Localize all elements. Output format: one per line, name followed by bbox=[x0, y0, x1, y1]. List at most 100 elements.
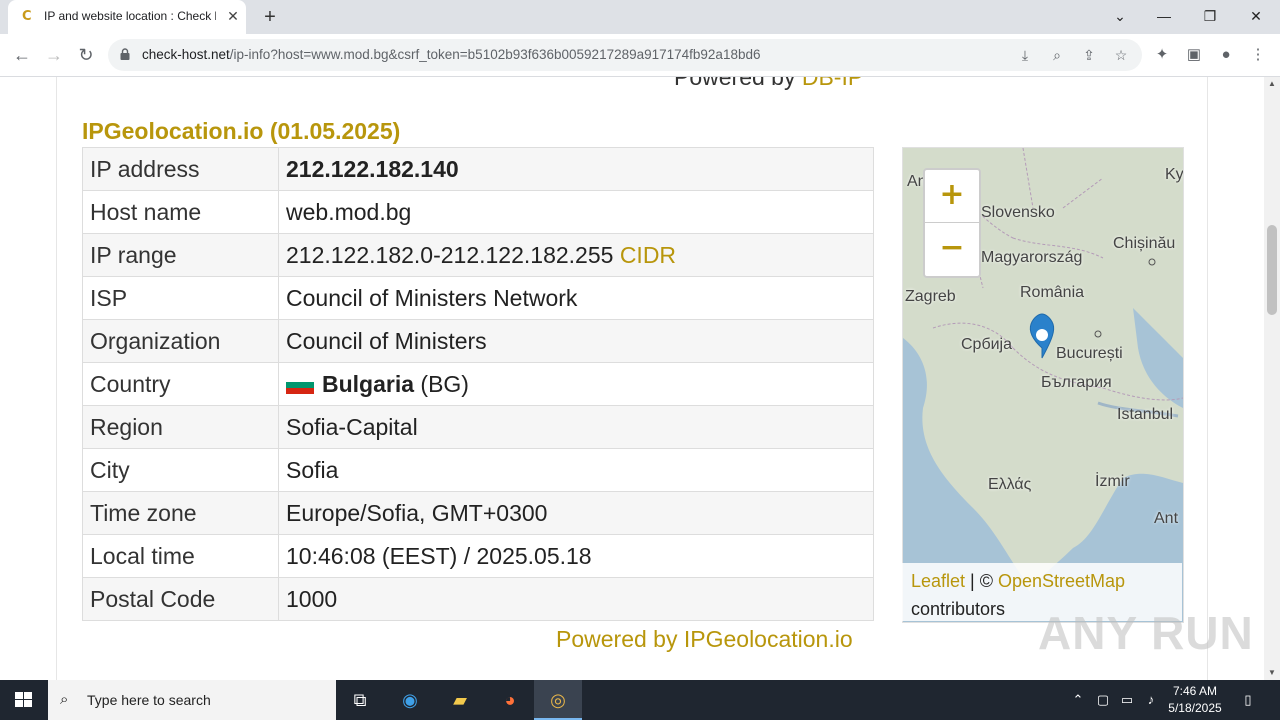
edge-icon[interactable]: ◉ bbox=[386, 680, 434, 720]
cidr-link[interactable]: CIDR bbox=[620, 242, 676, 268]
ip-range-cell: 212.122.182.0-212.122.182.255 CIDR bbox=[278, 233, 874, 277]
address-bar[interactable]: check-host.net/ip-info?host=www.mod.bg&c… bbox=[108, 39, 1142, 71]
tab-strip: C IP and website location : Check host -… bbox=[0, 0, 1280, 34]
reload-button[interactable]: ↻ bbox=[74, 43, 98, 67]
zoom-in-button[interactable]: + bbox=[925, 170, 979, 223]
menu-kebab-icon[interactable]: ⋮ bbox=[1248, 45, 1268, 65]
row-label: Country bbox=[82, 362, 279, 406]
table-row: Host name web.mod.bg bbox=[82, 190, 874, 234]
ip-address-value: 212.122.182.140 bbox=[278, 147, 874, 191]
scrollbar-thumb[interactable] bbox=[1267, 225, 1277, 315]
openstreetmap-link[interactable]: OpenStreetMap bbox=[998, 571, 1125, 591]
top-powered-by: Powered by DB-IP bbox=[674, 77, 863, 91]
bottom-powered-by: Powered by IPGeolocation.io bbox=[556, 626, 853, 653]
volume-icon[interactable]: ♪ bbox=[1140, 680, 1162, 720]
taskbar-search-box[interactable]: ⌕ Type here to search bbox=[48, 680, 336, 720]
ipgeolocation-link[interactable]: IPGeolocation.io bbox=[684, 626, 853, 652]
row-label: IP address bbox=[82, 147, 279, 191]
row-label: Host name bbox=[82, 190, 279, 234]
local-time-value: 10:46:08 (EEST) / 2025.05.18 bbox=[278, 534, 874, 578]
row-label: Time zone bbox=[82, 491, 279, 535]
windows-taskbar: ⌕ Type here to search ⧉ ◉ ▰ ◕ ◎ ⌃ ▢ ▭ ♪ … bbox=[0, 680, 1280, 720]
table-row: Country Bulgaria (BG) bbox=[82, 362, 874, 406]
page-scrollbar[interactable]: ▲ ▼ bbox=[1264, 77, 1280, 680]
map-label: Kyiv bbox=[1165, 166, 1184, 183]
map-label: Chișinău bbox=[1113, 235, 1176, 252]
row-label: Local time bbox=[82, 534, 279, 578]
postal-code-value: 1000 bbox=[278, 577, 874, 621]
browser-tab[interactable]: C IP and website location : Check host -… bbox=[8, 0, 246, 34]
ip-range-value: 212.122.182.0-212.122.182.255 bbox=[286, 241, 614, 268]
location-map[interactable]: Ant Slovensko Kyiv Chișinău Magyarország… bbox=[902, 147, 1184, 623]
map-label: Magyarország bbox=[981, 249, 1083, 266]
table-row: IP address 212.122.182.140 bbox=[82, 147, 874, 191]
map-label: România bbox=[1020, 284, 1085, 301]
city-value: Sofia bbox=[278, 448, 874, 492]
country-code: (BG) bbox=[420, 370, 469, 397]
restore-button[interactable]: ❐ bbox=[1190, 4, 1230, 28]
scroll-up-arrow-icon[interactable]: ▲ bbox=[1264, 77, 1280, 91]
windows-start-icon[interactable] bbox=[0, 680, 48, 720]
map-label: България bbox=[1041, 374, 1112, 391]
minimize-button[interactable]: — bbox=[1144, 4, 1184, 28]
tab-title: IP and website location : Check host - o… bbox=[44, 9, 216, 23]
country-cell: Bulgaria (BG) bbox=[278, 362, 874, 406]
row-label: Region bbox=[82, 405, 279, 449]
time-zone-value: Europe/Sofia, GMT+0300 bbox=[278, 491, 874, 535]
row-label: IP range bbox=[82, 233, 279, 277]
task-view-icon[interactable]: ⧉ bbox=[336, 680, 384, 720]
url-text: check-host.net/ip-info?host=www.mod.bg&c… bbox=[142, 47, 761, 62]
table-row: IP range 212.122.182.0-212.122.182.255 CI… bbox=[82, 233, 874, 277]
top-powered-link[interactable]: DB-IP bbox=[802, 77, 863, 90]
taskbar-clock[interactable]: 7:46 AM 5/18/2025 bbox=[1160, 683, 1230, 717]
chrome-icon[interactable]: ◎ bbox=[534, 680, 582, 720]
host-name-value: web.mod.bg bbox=[278, 190, 874, 234]
bookmark-star-icon[interactable]: ☆ bbox=[1112, 46, 1130, 64]
leaflet-link[interactable]: Leaflet bbox=[911, 571, 965, 591]
scroll-down-arrow-icon[interactable]: ▼ bbox=[1264, 666, 1280, 680]
clock-date: 5/18/2025 bbox=[1168, 701, 1222, 715]
close-window-button[interactable]: ✕ bbox=[1236, 4, 1276, 28]
forward-button[interactable]: → bbox=[42, 43, 66, 67]
table-row: Local time 10:46:08 (EEST) / 2025.05.18 bbox=[82, 534, 874, 578]
table-row: Postal Code 1000 bbox=[82, 577, 874, 621]
tab-close-icon[interactable]: ✕ bbox=[224, 7, 242, 25]
map-label: Istanbul bbox=[1117, 406, 1174, 423]
zoom-icon[interactable]: ⌕ bbox=[1048, 46, 1066, 64]
row-label: Organization bbox=[82, 319, 279, 363]
region-value: Sofia-Capital bbox=[278, 405, 874, 449]
notifications-icon[interactable]: ▯ bbox=[1236, 680, 1260, 720]
zoom-out-button[interactable]: − bbox=[925, 223, 979, 275]
profile-avatar-icon[interactable]: ● bbox=[1216, 45, 1236, 65]
new-tab-button[interactable]: + bbox=[258, 5, 282, 29]
table-row: Time zone Europe/Sofia, GMT+0300 bbox=[82, 491, 874, 535]
lock-icon bbox=[120, 48, 130, 60]
bulgaria-flag-icon bbox=[286, 375, 314, 394]
country-value: Bulgaria bbox=[322, 370, 415, 397]
table-row: ISP Council of Ministers Network bbox=[82, 276, 874, 320]
anyrun-watermark: ANY RUN bbox=[1038, 607, 1254, 659]
side-panel-icon[interactable]: ▣ bbox=[1184, 45, 1204, 65]
extensions-icon[interactable]: ✦ bbox=[1152, 45, 1172, 65]
section-title: IPGeolocation.io (01.05.2025) bbox=[82, 118, 401, 144]
share-icon[interactable]: ⇪ bbox=[1080, 46, 1098, 64]
map-label: Србија bbox=[961, 336, 1013, 353]
tray-device-icon[interactable]: ▢ bbox=[1092, 680, 1114, 720]
map-label: Ant bbox=[1154, 510, 1179, 527]
isp-value: Council of Ministers Network bbox=[278, 276, 874, 320]
tab-search-chevron-icon[interactable]: ⌄ bbox=[1100, 4, 1140, 28]
top-powered-prefix: Powered by bbox=[674, 77, 802, 90]
back-button[interactable]: ← bbox=[10, 43, 34, 67]
network-icon[interactable]: ▭ bbox=[1116, 680, 1138, 720]
search-placeholder: Type here to search bbox=[87, 692, 211, 708]
firefox-icon[interactable]: ◕ bbox=[486, 680, 534, 720]
file-explorer-icon[interactable]: ▰ bbox=[436, 680, 484, 720]
row-label: City bbox=[82, 448, 279, 492]
install-app-icon[interactable]: ⤓ bbox=[1016, 46, 1034, 64]
attribution-separator: | © bbox=[965, 571, 998, 591]
tray-overflow-chevron-icon[interactable]: ⌃ bbox=[1068, 680, 1088, 720]
ip-info-table: IP address 212.122.182.140 Host name web.m… bbox=[82, 147, 874, 621]
site-favicon-icon: C bbox=[22, 9, 32, 24]
map-label: İzmir bbox=[1095, 473, 1130, 490]
map-label: Zagreb bbox=[905, 288, 956, 305]
